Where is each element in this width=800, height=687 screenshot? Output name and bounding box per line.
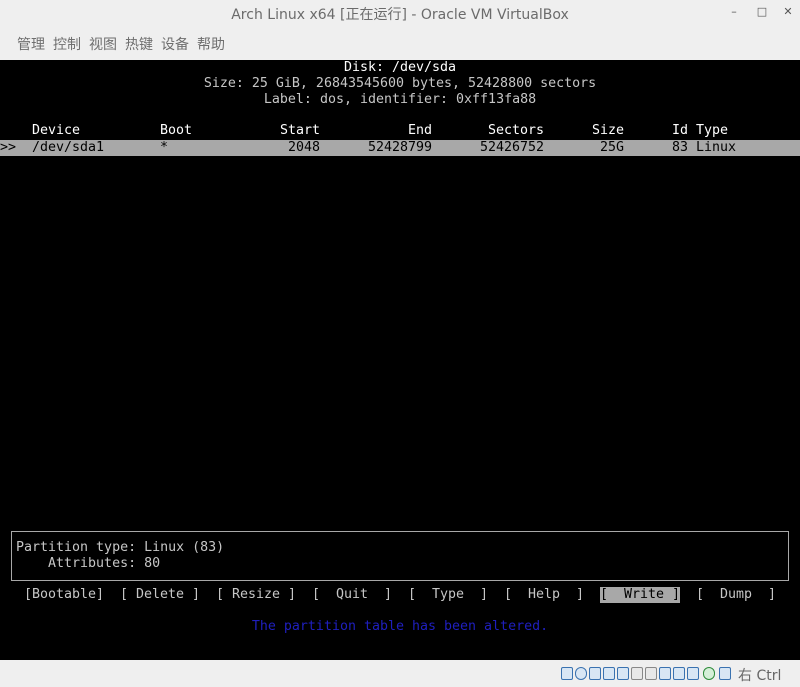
network-icon[interactable] [603, 667, 615, 680]
menu-item-control[interactable]: 控制 [53, 34, 81, 54]
recording-icon[interactable] [673, 667, 685, 680]
hard-disk-icon[interactable] [561, 667, 573, 680]
row-size: 25G [600, 140, 625, 155]
disk-size-line: Size: 25 GiB, 26843545600 bytes, 5242880… [203, 76, 597, 91]
video-capture-icon[interactable] [659, 667, 671, 680]
row-id: 83 [672, 140, 689, 155]
minimize-icon[interactable]: – [724, 3, 744, 21]
disk-label-line: Label: dos, identifier: 0xff13fa88 [263, 92, 537, 107]
window-titlebar: Arch Linux x64 [正在运行] - Oracle VM Virtua… [0, 0, 800, 26]
column-header-end: End [408, 123, 433, 138]
keyboard-icon[interactable] [719, 667, 731, 680]
partition-attributes-line: Attributes: 80 [16, 556, 161, 571]
column-header-boot: Boot [160, 123, 193, 138]
write-button[interactable]: [ Write ] [600, 587, 681, 603]
dump-button[interactable]: [ Dump ] [696, 587, 776, 603]
menu-item-hotkeys[interactable]: 热键 [125, 34, 153, 54]
menu-bar: 管理 控制 视图 热键 设备 帮助 [0, 26, 800, 60]
column-header-type: Type [696, 123, 729, 138]
vm-screen[interactable]: Disk: /dev/sda Size: 25 GiB, 26843545600… [0, 60, 800, 660]
delete-button[interactable]: [ Delete ] [120, 587, 200, 603]
menu-item-devices[interactable]: 设备 [161, 34, 189, 54]
quit-button[interactable]: [ Quit ] [312, 587, 392, 603]
resize-button[interactable]: [ Resize ] [216, 587, 296, 603]
disk-title: Disk: /dev/sda [343, 60, 457, 75]
row-device: /dev/sda1 [32, 140, 105, 155]
bootable-button[interactable]: [Bootable] [24, 587, 104, 603]
row-sectors: 52426752 [480, 140, 545, 155]
column-header-start: Start [280, 123, 321, 138]
partition-type-line: Partition type: Linux (83) [16, 540, 225, 555]
window-title: Arch Linux x64 [正在运行] - Oracle VM Virtua… [231, 7, 569, 23]
help-button[interactable]: [ Help ] [504, 587, 584, 603]
menu-item-help[interactable]: 帮助 [197, 34, 225, 54]
maximize-icon[interactable]: □ [752, 3, 772, 21]
shared-folder-icon[interactable] [631, 667, 643, 680]
type-button[interactable]: [ Type ] [408, 587, 488, 603]
audio-icon[interactable] [589, 667, 601, 680]
close-icon[interactable]: ✕ [778, 3, 798, 21]
status-message: The partition table has been altered. [251, 619, 549, 634]
menu-item-view[interactable]: 视图 [89, 34, 117, 54]
usb-icon[interactable] [617, 667, 629, 680]
menu-item-manage[interactable]: 管理 [17, 34, 45, 54]
partition-row[interactable]: >> /dev/sda1 * 2048 52428799 52426752 25… [0, 140, 800, 156]
column-header-device: Device [32, 123, 81, 138]
column-header-id: Id [672, 123, 689, 138]
column-header-size: Size [592, 123, 625, 138]
row-type: Linux [696, 140, 737, 155]
optical-drive-icon[interactable] [575, 667, 587, 680]
mouse-integration-icon[interactable] [703, 667, 715, 680]
host-key-label: 右 Ctrl [738, 668, 782, 684]
row-start: 2048 [288, 140, 321, 155]
partition-info-box: Partition type: Linux (83) Attributes: 8… [11, 531, 789, 581]
display-icon[interactable] [645, 667, 657, 680]
column-header-sectors: Sectors [488, 123, 545, 138]
vm-status-bar: 右 Ctrl [0, 660, 800, 687]
row-boot-flag: * [160, 140, 169, 155]
row-end: 52428799 [368, 140, 433, 155]
row-selection-marker: >> [0, 140, 17, 155]
cpu-icon[interactable] [687, 667, 699, 680]
